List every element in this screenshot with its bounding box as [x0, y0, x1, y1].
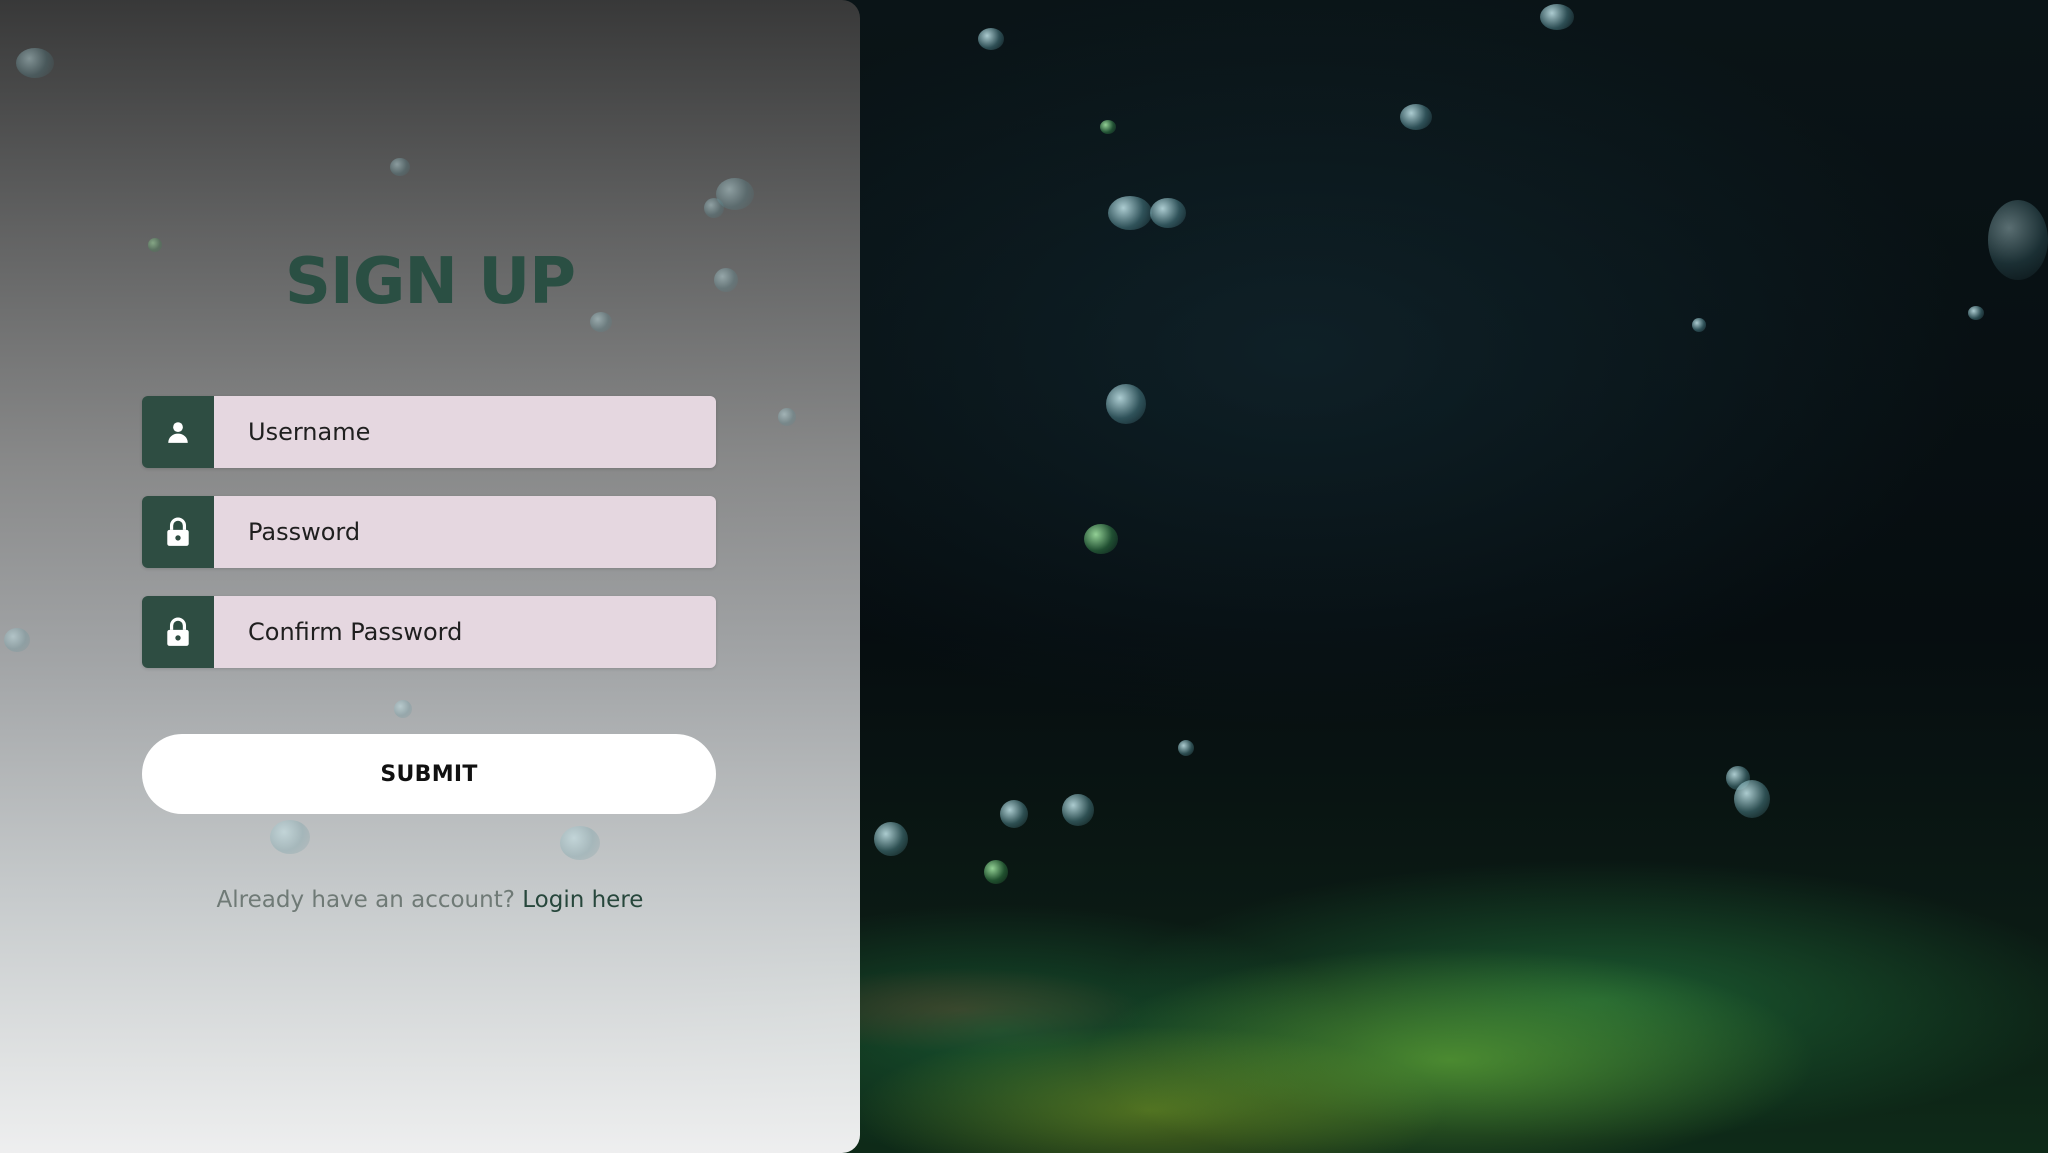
water-droplet: [1084, 524, 1118, 554]
signup-page: SIGN UP Username SUBMIT Already have an …: [0, 0, 2048, 1153]
lock-icon: [167, 517, 189, 546]
page-title: SIGN UP: [284, 245, 576, 319]
user-icon-box: [142, 396, 214, 468]
water-droplet: [1108, 196, 1152, 230]
water-droplet: [4, 628, 30, 652]
login-prompt-text: Already have an account?: [216, 887, 515, 913]
lock-icon: [167, 617, 189, 646]
water-droplet: [984, 860, 1008, 884]
confirm-password-field: [142, 596, 716, 668]
water-droplet: [1692, 318, 1706, 332]
water-droplet: [560, 826, 600, 860]
water-droplet: [1968, 306, 1984, 320]
login-link[interactable]: Login here: [522, 887, 643, 913]
submit-button[interactable]: SUBMIT: [142, 734, 716, 814]
password-input[interactable]: [214, 496, 716, 568]
confirm-password-input[interactable]: [214, 596, 716, 668]
water-droplet: [1106, 384, 1146, 424]
water-droplet: [1988, 200, 2048, 280]
signup-panel: SIGN UP Username SUBMIT Already have an …: [0, 0, 860, 1153]
water-droplet: [270, 820, 310, 854]
water-droplet: [1178, 740, 1194, 756]
water-droplet: [778, 408, 796, 426]
water-droplet: [1100, 120, 1116, 134]
password-field: [142, 496, 716, 568]
water-droplet: [394, 700, 412, 718]
lock-icon-box: [142, 496, 214, 568]
water-droplet: [16, 48, 54, 78]
water-droplet: [704, 198, 724, 218]
username-field: [142, 396, 716, 468]
water-droplet: [390, 158, 410, 176]
lock-icon-box: [142, 596, 214, 668]
water-droplet: [1734, 780, 1770, 818]
water-droplet: [978, 28, 1004, 50]
login-prompt: Already have an account? Login here: [0, 887, 860, 913]
water-droplet: [1062, 794, 1094, 826]
water-droplet: [874, 822, 908, 856]
water-droplet: [1150, 198, 1186, 228]
user-icon: [168, 422, 188, 443]
water-droplet: [1000, 800, 1028, 828]
water-droplet: [1400, 104, 1432, 130]
water-droplet: [1540, 4, 1574, 30]
username-input[interactable]: [214, 396, 716, 468]
